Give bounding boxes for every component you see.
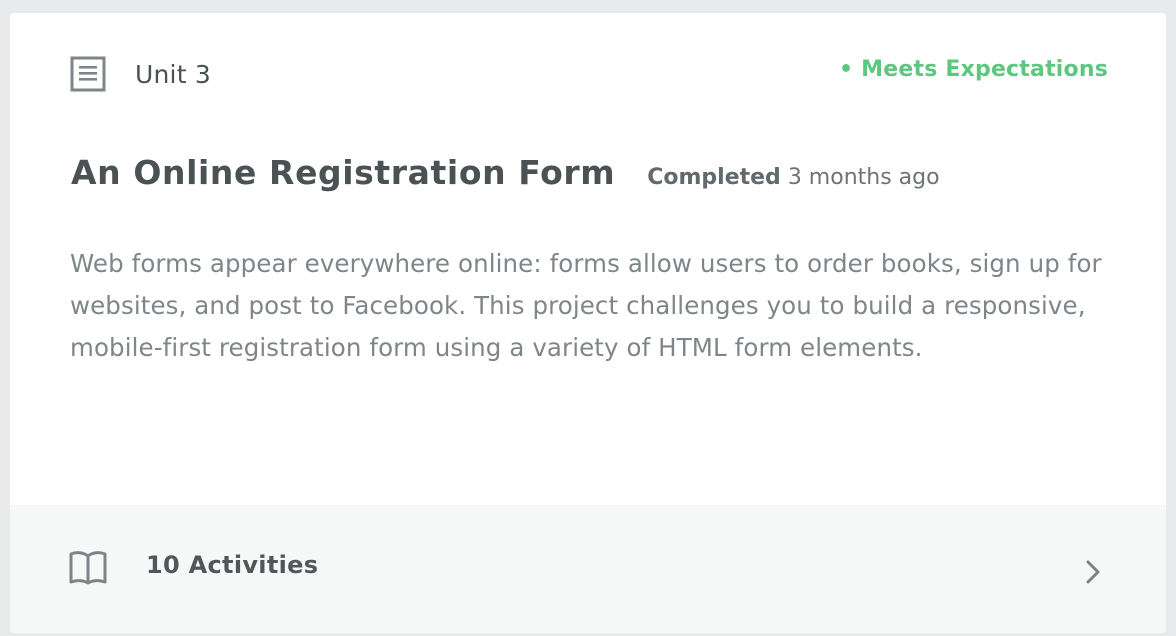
- completed-time: 3 months ago: [787, 165, 940, 190]
- activities-footer[interactable]: 10 Activities: [10, 505, 1166, 633]
- page-title: An Online Registration Form: [71, 153, 616, 192]
- completed-label: Completed: [647, 165, 781, 190]
- project-description: Web forms appear everywhere online: form…: [70, 249, 1102, 362]
- completed-info: Completed 3 months ago: [647, 165, 939, 190]
- status-badge: • Meets Expectations: [839, 57, 1108, 82]
- book-icon: [69, 551, 107, 585]
- unit-header: Unit 3: [70, 56, 211, 92]
- document-icon: [70, 56, 106, 92]
- unit-label: Unit 3: [135, 59, 211, 89]
- chevron-right-icon[interactable]: [1083, 558, 1103, 586]
- project-card: Unit 3 • Meets Expectations An Online Re…: [10, 13, 1166, 633]
- title-row: An Online Registration Form Completed 3 …: [71, 153, 940, 192]
- activities-count: 10 Activities: [146, 551, 319, 579]
